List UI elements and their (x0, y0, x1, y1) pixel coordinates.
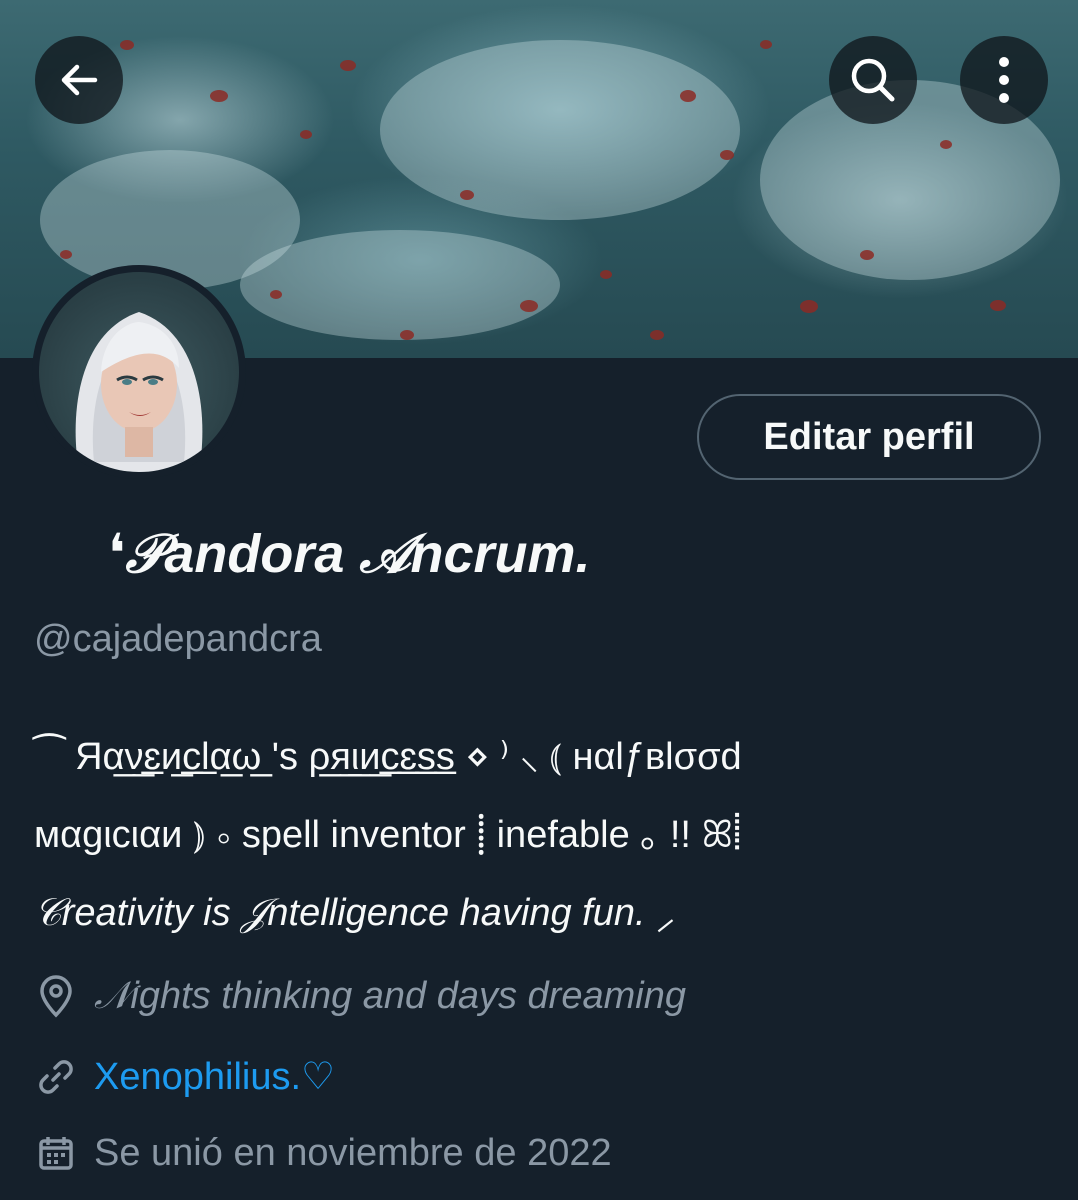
link-icon (34, 1055, 78, 1099)
arrow-left-icon (55, 56, 103, 104)
user-handle: @cajadepandcra (34, 618, 322, 660)
joined-text: Se unió en noviembre de 2022 (94, 1131, 612, 1174)
profile-bio: ⁀ Яα̲ν̲ɛ̲и̲c̲l̲α̲ω̲ 's ρ̲я̲ι̲и̲c̲ɛ̲s̲s̲ … (34, 718, 1044, 952)
location-pin-icon (34, 974, 78, 1018)
display-name: ❛𝒫andora 𝒜ncrum. (108, 524, 591, 584)
bio-line: 𝒞reativity is 𝒥ntelligence having fun. ⸝ (34, 892, 676, 934)
more-button[interactable] (960, 36, 1048, 124)
avatar[interactable] (32, 265, 246, 479)
edit-profile-button[interactable]: Editar perfil (697, 394, 1041, 480)
back-button[interactable] (35, 36, 123, 124)
bio-line: мαgιcιαи ⦆ ⸰ spell inventor ⸽ inefable ｡… (34, 814, 742, 856)
profile-website: Xenophilius.♡ (34, 1054, 335, 1099)
search-icon (847, 54, 899, 106)
profile-joined-date: Se unió en noviembre de 2022 (34, 1131, 612, 1175)
avatar-image (39, 272, 239, 472)
location-text: 𝒩ights thinking and days dreaming (94, 974, 686, 1017)
search-button[interactable] (829, 36, 917, 124)
more-vertical-icon (994, 54, 1014, 106)
website-link[interactable]: Xenophilius.♡ (94, 1054, 335, 1099)
profile-location: 𝒩ights thinking and days dreaming (34, 974, 686, 1018)
calendar-icon (34, 1131, 78, 1175)
bio-line: ⁀ Яα̲ν̲ɛ̲и̲c̲l̲α̲ω̲ 's ρ̲я̲ι̲и̲c̲ɛ̲s̲s̲ … (34, 736, 742, 778)
